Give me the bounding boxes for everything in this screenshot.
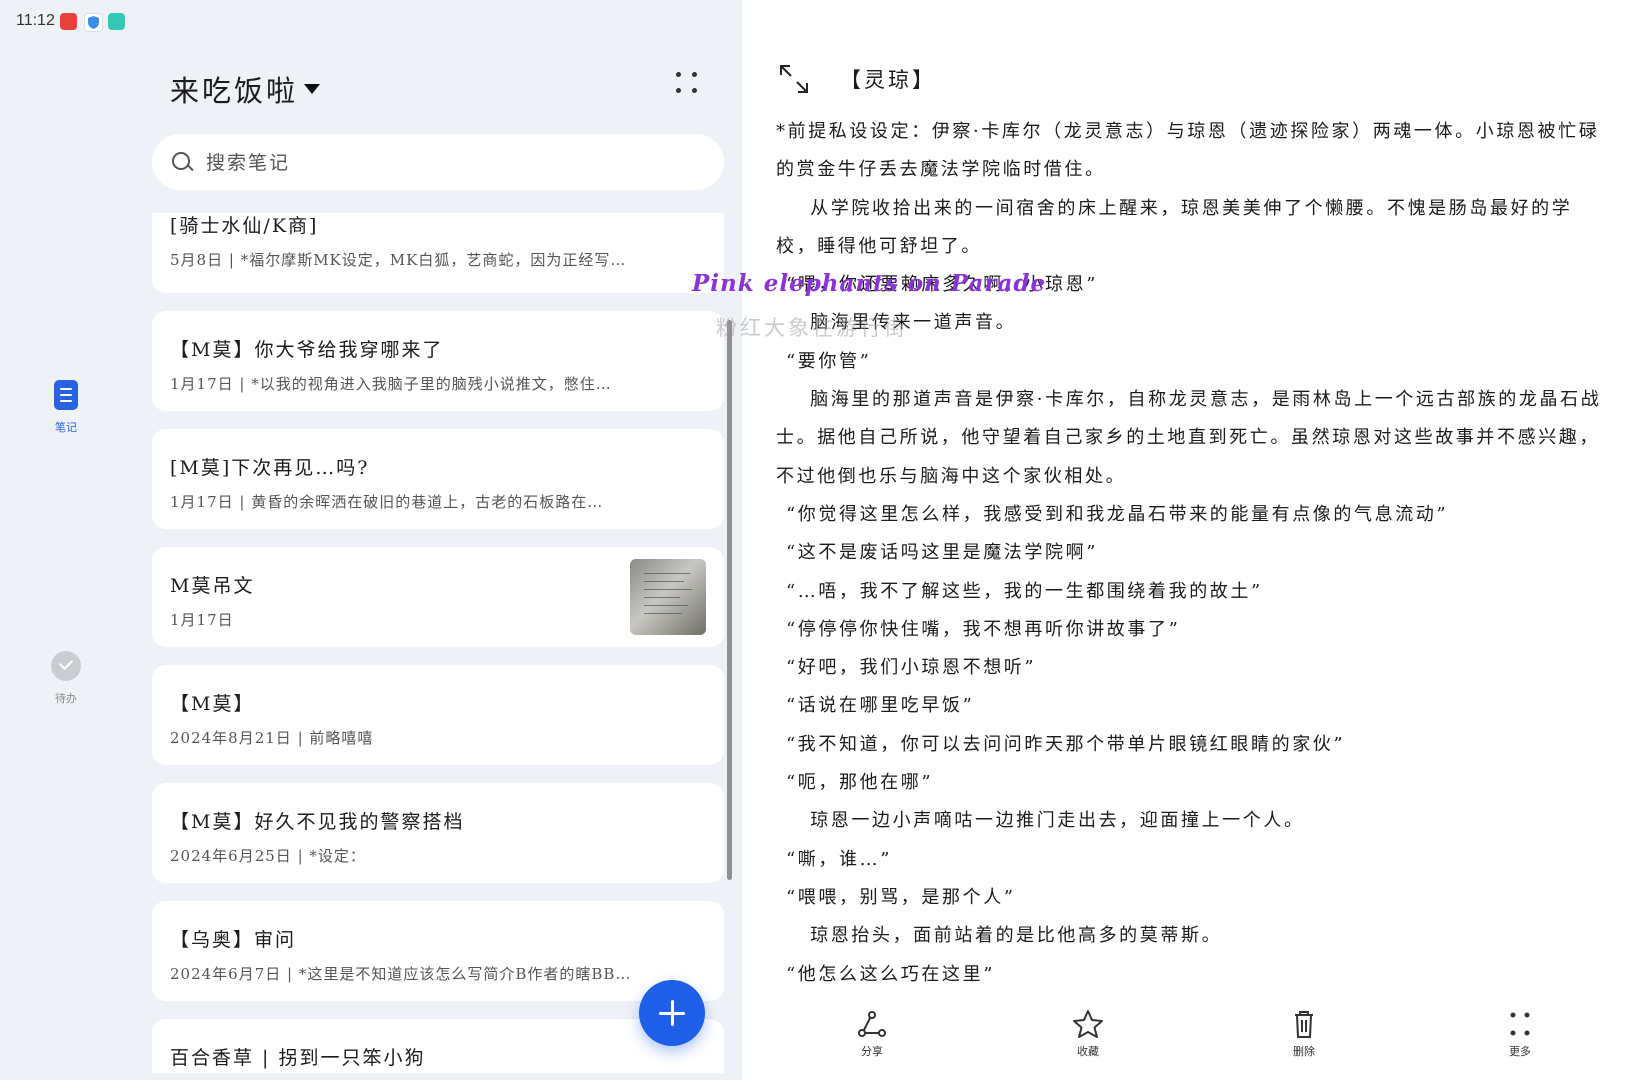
delete-button[interactable]: 删除: [1274, 1009, 1334, 1059]
trash-icon: [1295, 1011, 1313, 1038]
note-body[interactable]: *前提私设设定：伊察·卡库尔（龙灵意志）与琼恩（遗迹探险家）两魂一体。小琼恩被忙…: [776, 113, 1612, 994]
rail-todo-tab[interactable]: 待办: [40, 651, 92, 706]
share-label: 分享: [861, 1045, 883, 1058]
note-card[interactable]: 【M莫】你大爷给我穿哪来了 1月17日 | *以我的视角进入我脑子里的脑残小说推…: [152, 311, 724, 411]
detail-toolbar: 分享 收藏 删除 更多: [742, 1005, 1650, 1075]
checkmark-icon: [51, 651, 81, 681]
body-paragraph: “话说在哪里吃早饭”: [786, 695, 975, 717]
body-paragraph: “喂喂，别骂，是那个人”: [786, 886, 1016, 908]
body-paragraph: 脑海里的那道声音是伊察·卡库尔，自称龙灵意志，是雨林岛上一个远古部族的龙晶石战士…: [776, 389, 1602, 487]
watermark-text: Pink elephants on Parade: [692, 270, 1047, 297]
note-title-heading: 【灵琼】: [840, 68, 936, 92]
body-paragraph: “要你管”: [786, 350, 872, 372]
note-title: 【M莫】你大爷给我穿哪来了: [170, 339, 444, 361]
note-title: [M莫]下次再见…吗?: [170, 457, 370, 479]
note-preview: *设定：: [309, 847, 366, 865]
note-meta: 1月17日 | *以我的视角进入我脑子里的脑残小说推文，憋住…: [170, 375, 612, 393]
note-list-panel: 来吃饭啦 [骑士水仙/K商] 5月8日 | *福尔摩斯MK设定，MK白狐，艺商蛇…: [150, 0, 730, 1080]
notes-icon: [54, 380, 78, 410]
body-paragraph: “…唔，我不了解这些，我的一生都围绕着我的故土”: [786, 580, 1263, 602]
search-icon: [172, 152, 190, 170]
note-date: 2024年8月21日: [170, 729, 292, 747]
note-date: 1月17日: [170, 493, 234, 511]
favorite-button[interactable]: 收藏: [1058, 1009, 1118, 1059]
body-paragraph: “停停停你快住嘴，我不想再听你讲故事了”: [786, 618, 1181, 640]
note-preview: *福尔摩斯MK设定，MK白狐，艺商蛇，因为正经写…: [240, 251, 627, 269]
note-meta: 1月17日: [170, 609, 670, 630]
expand-icon[interactable]: [778, 63, 810, 95]
status-time: 11:12: [16, 12, 55, 29]
note-card[interactable]: 百合香草 | 拐到一只笨小狗: [152, 1019, 724, 1073]
body-paragraph: “他怎么这么巧在这里”: [786, 963, 996, 985]
body-paragraph: “这不是废话吗这里是魔法学院啊”: [786, 542, 1099, 564]
more-icon: [1510, 1012, 1530, 1036]
body-paragraph: 琼恩抬头，面前站着的是比他高多的莫蒂斯。: [810, 925, 1223, 947]
note-card[interactable]: 【乌奥】审问 2024年6月7日 | *这里是不知道应该怎么写简介B作者的瞎BB…: [152, 901, 724, 1001]
note-meta: 5月8日 | *福尔摩斯MK设定，MK白狐，艺商蛇，因为正经写…: [170, 251, 627, 269]
watermark-subtext: 粉红大象在游行街: [716, 316, 908, 340]
note-preview: *以我的视角进入我脑子里的脑残小说推文，憋住…: [251, 375, 612, 393]
note-card[interactable]: [骑士水仙/K商] 5月8日 | *福尔摩斯MK设定，MK白狐，艺商蛇，因为正经…: [152, 213, 724, 293]
body-paragraph: *前提私设设定：伊察·卡库尔（龙灵意志）与琼恩（遗迹探险家）两魂一体。小琼恩被忙…: [776, 121, 1600, 181]
body-paragraph: “好吧，我们小琼恩不想听”: [786, 657, 1037, 679]
note-title: 百合香草 | 拐到一只笨小狗: [170, 1047, 426, 1069]
note-date: 5月8日: [170, 251, 224, 269]
note-title: [骑士水仙/K商]: [170, 215, 319, 237]
delete-label: 删除: [1293, 1045, 1315, 1058]
notification-chat-icon: [108, 13, 125, 30]
star-icon: [1073, 1010, 1103, 1038]
body-paragraph: 琼恩一边小声嘀咕一边推门走出去，迎面撞上一个人。: [810, 810, 1305, 832]
note-list: [骑士水仙/K商] 5月8日 | *福尔摩斯MK设定，MK白狐，艺商蛇，因为正经…: [152, 213, 724, 1073]
more-label: 更多: [1509, 1045, 1531, 1058]
rail-notes-label: 笔记: [55, 421, 77, 434]
search-input[interactable]: [204, 148, 688, 178]
body-paragraph: “你觉得这里怎么样，我感受到和我龙晶石带来的能量有点像的气息流动”: [786, 503, 1449, 525]
search-bar[interactable]: [152, 134, 724, 190]
note-date: 2024年6月25日: [170, 847, 292, 865]
note-date: 2024年6月7日: [170, 965, 282, 983]
note-title: 【M莫】: [170, 693, 255, 715]
share-icon: [858, 1011, 886, 1037]
new-note-button[interactable]: [639, 980, 705, 1046]
notes-app-screen: 11:12 84 笔记 待办 来吃饭啦: [0, 0, 1650, 1080]
note-preview: 黄昏的余晖洒在破旧的巷道上，古老的石板路在…: [251, 493, 604, 511]
notification-app-icon: [60, 13, 77, 30]
note-meta: 2024年8月21日 | 前略嘻嘻: [170, 729, 374, 747]
note-meta: 2024年6月25日 | *设定：: [170, 847, 366, 865]
body-paragraph: “我不知道，你可以去问问昨天那个带单片眼镜红眼睛的家伙”: [786, 733, 1346, 755]
view-mode-button[interactable]: [674, 70, 700, 96]
note-preview: 前略嘻嘻: [309, 729, 374, 747]
note-date: 1月17日: [170, 611, 234, 629]
body-paragraph: 从学院收拾出来的一间宿舍的床上醒来，琼恩美美伸了个懒腰。不愧是肠岛最好的学校，睡…: [776, 197, 1573, 257]
note-card[interactable]: 【M莫】好久不见我的警察搭档 2024年6月25日 | *设定：: [152, 783, 724, 883]
note-card[interactable]: 【M莫】 2024年8月21日 | 前略嘻嘻: [152, 665, 724, 765]
folder-selector[interactable]: 来吃饭啦: [170, 68, 321, 110]
list-scrollbar[interactable]: [727, 320, 732, 880]
notification-shield-icon: [84, 13, 103, 32]
note-title: 【M莫】好久不见我的警察搭档: [170, 811, 465, 833]
note-title: 【乌奥】审问: [170, 929, 297, 951]
note-meta: 2024年6月7日 | *这里是不知道应该怎么写简介B作者的瞎BB…: [170, 965, 632, 983]
more-button[interactable]: 更多: [1490, 1009, 1550, 1059]
caret-down-icon: [304, 84, 321, 94]
note-meta: 1月17日 | 黄昏的余晖洒在破旧的巷道上，古老的石板路在…: [170, 493, 604, 511]
note-preview: *这里是不知道应该怎么写简介B作者的瞎BB…: [298, 965, 632, 983]
note-detail-panel: 【灵琼】 *前提私设设定：伊察·卡库尔（龙灵意志）与琼恩（遗迹探险家）两魂一体。…: [742, 0, 1650, 1080]
note-card[interactable]: M莫吊文 1月17日: [152, 547, 724, 647]
share-button[interactable]: 分享: [842, 1009, 902, 1059]
body-paragraph: “嘶，谁…”: [786, 848, 893, 870]
folder-title: 来吃饭啦: [170, 74, 299, 108]
note-date: 1月17日: [170, 375, 234, 393]
body-paragraph: “呃，那他在哪”: [786, 772, 934, 794]
note-title: M莫吊文: [170, 575, 255, 597]
note-thumbnail: [630, 559, 706, 635]
favorite-label: 收藏: [1077, 1045, 1099, 1058]
rail-todo-label: 待办: [55, 692, 77, 705]
rail-notes-tab[interactable]: 笔记: [40, 380, 92, 435]
note-card[interactable]: [M莫]下次再见…吗? 1月17日 | 黄昏的余晖洒在破旧的巷道上，古老的石板路…: [152, 429, 724, 529]
